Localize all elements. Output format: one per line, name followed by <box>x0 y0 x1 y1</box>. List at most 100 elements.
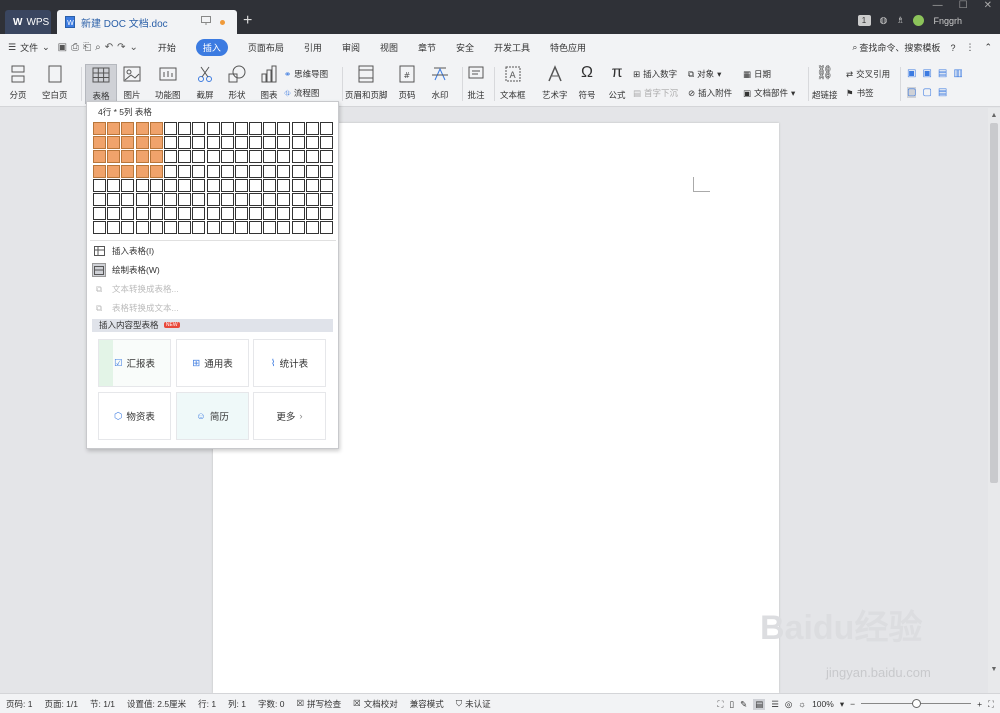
grid-cell[interactable] <box>107 207 121 221</box>
tab-review[interactable]: 审阅 <box>332 34 370 61</box>
grid-cell[interactable] <box>206 207 220 221</box>
grid-cell[interactable] <box>178 150 192 164</box>
grid-cell[interactable] <box>234 207 248 221</box>
attachment-button[interactable]: ⊘ 插入附件 <box>688 87 732 99</box>
print-preview-icon[interactable]: ⌕ <box>95 42 101 53</box>
print-icon[interactable]: ⎗ <box>83 42 91 53</box>
card-more[interactable]: 更多 › <box>253 392 326 440</box>
tab-special[interactable]: 特色应用 <box>540 34 596 61</box>
chart-button[interactable]: 图表 <box>259 64 279 101</box>
customize-icon[interactable]: ⌄ <box>129 42 137 53</box>
insert-number-button[interactable]: ⊞ 插入数字 <box>633 68 677 80</box>
grid-cell[interactable] <box>163 207 177 221</box>
layout-e-icon[interactable]: ▢ <box>907 87 917 98</box>
grid-cell[interactable] <box>305 164 319 178</box>
shape-button[interactable]: 形状 <box>227 64 247 101</box>
grid-cell[interactable] <box>305 207 319 221</box>
grid-cell[interactable] <box>249 164 263 178</box>
table-button[interactable]: 表格 <box>85 64 117 104</box>
grid-cell[interactable] <box>107 178 121 192</box>
function-chart-button[interactable]: 功能图 <box>155 64 181 101</box>
tab-chapter[interactable]: 章节 <box>408 34 446 61</box>
grid-cell[interactable] <box>277 207 291 221</box>
outline-view-icon[interactable]: ☰ <box>771 699 779 710</box>
grid-cell[interactable] <box>135 221 149 235</box>
grid-cell[interactable] <box>234 178 248 192</box>
grid-cell[interactable] <box>121 122 135 135</box>
grid-cell[interactable] <box>305 136 319 150</box>
grid-cell[interactable] <box>277 150 291 164</box>
grid-cell[interactable] <box>220 164 234 178</box>
grid-cell[interactable] <box>135 136 149 150</box>
tab-developer[interactable]: 开发工具 <box>484 34 540 61</box>
help-icon[interactable]: ? <box>950 43 955 53</box>
web-view-icon[interactable]: ◎ <box>785 699 792 710</box>
grid-cell[interactable] <box>320 207 333 221</box>
grid-cell[interactable] <box>277 122 291 135</box>
grid-cell[interactable] <box>206 150 220 164</box>
grid-cell[interactable] <box>277 221 291 235</box>
grid-cell[interactable] <box>178 136 192 150</box>
spell-check-button[interactable]: ☒ 拼写检查 <box>290 698 347 710</box>
grid-cell[interactable] <box>149 122 163 135</box>
status-setting[interactable]: 设置值: 2.5厘米 <box>121 698 192 710</box>
grid-cell[interactable] <box>263 221 277 235</box>
blank-page-button[interactable]: 空白页 <box>42 64 68 101</box>
compat-mode[interactable]: 兼容模式 <box>404 698 450 710</box>
layout-g-icon[interactable]: ▤ <box>938 87 947 98</box>
grid-cell[interactable] <box>93 178 106 192</box>
grid-cell[interactable] <box>291 150 305 164</box>
grid-cell[interactable] <box>135 122 149 135</box>
bookmark-button[interactable]: ⚑ 书签 <box>846 87 874 99</box>
watermark-button[interactable]: 水印 <box>430 64 450 101</box>
monitor-icon[interactable] <box>201 16 211 25</box>
grid-cell[interactable] <box>206 136 220 150</box>
grid-cell[interactable] <box>192 221 206 235</box>
shirt-icon[interactable]: ♗ <box>896 15 904 26</box>
scroll-thumb[interactable] <box>990 123 998 483</box>
grid-cell[interactable] <box>163 221 177 235</box>
status-words[interactable]: 字数: 0 <box>252 698 290 710</box>
textbox-button[interactable]: A 文本框 <box>500 64 526 101</box>
card-general-table[interactable]: ⊞ 通用表 <box>176 339 249 387</box>
grid-cell[interactable] <box>206 192 220 206</box>
grid-cell[interactable] <box>121 207 135 221</box>
symbol-button[interactable]: Ω 符号 <box>577 64 597 101</box>
grid-cell[interactable] <box>305 122 319 135</box>
layout-c-icon[interactable]: ▤ <box>938 68 947 79</box>
card-supplies-table[interactable]: ⬡ 物资表 <box>98 392 171 440</box>
page-number-button[interactable]: # 页码 <box>397 64 417 101</box>
grid-cell[interactable] <box>149 207 163 221</box>
grid-cell[interactable] <box>121 221 135 235</box>
grid-cell[interactable] <box>135 192 149 206</box>
grid-cell[interactable] <box>291 164 305 178</box>
grid-cell[interactable] <box>320 178 333 192</box>
maximize-icon[interactable]: ☐ <box>959 0 968 11</box>
tab-references[interactable]: 引用 <box>294 34 332 61</box>
screenshot-button[interactable]: 截屏 <box>195 64 215 101</box>
read-mode-icon[interactable]: ▯ <box>729 699 734 710</box>
grid-cell[interactable] <box>291 136 305 150</box>
auth-status[interactable]: ⛉ 未认证 <box>450 698 497 710</box>
grid-cell[interactable] <box>192 150 206 164</box>
grid-cell[interactable] <box>163 164 177 178</box>
grid-cell[interactable] <box>220 192 234 206</box>
grid-cell[interactable] <box>305 150 319 164</box>
grid-cell[interactable] <box>192 136 206 150</box>
grid-cell[interactable] <box>220 178 234 192</box>
grid-cell[interactable] <box>220 122 234 135</box>
grid-cell[interactable] <box>121 136 135 150</box>
file-menu-button[interactable]: ☰ 文件 ⌄ <box>0 41 50 54</box>
grid-cell[interactable] <box>178 207 192 221</box>
text-to-table-item[interactable]: ⧉ 文本转换成表格... <box>92 282 179 296</box>
grid-cell[interactable] <box>93 192 106 206</box>
proofread-button[interactable]: ☒ 文档校对 <box>347 698 404 710</box>
picture-button[interactable]: 图片 <box>122 64 142 101</box>
grid-cell[interactable] <box>93 150 106 164</box>
grid-cell[interactable] <box>234 164 248 178</box>
fullscreen-icon[interactable]: ⛶ <box>717 699 723 710</box>
scroll-up-icon[interactable]: ▲ <box>988 112 1000 119</box>
page-view-icon[interactable]: ▤ <box>753 698 766 710</box>
flowchart-button[interactable]: ⛗ 流程图 <box>284 87 319 99</box>
scroll-down-icon[interactable]: ▼ <box>988 666 1000 673</box>
